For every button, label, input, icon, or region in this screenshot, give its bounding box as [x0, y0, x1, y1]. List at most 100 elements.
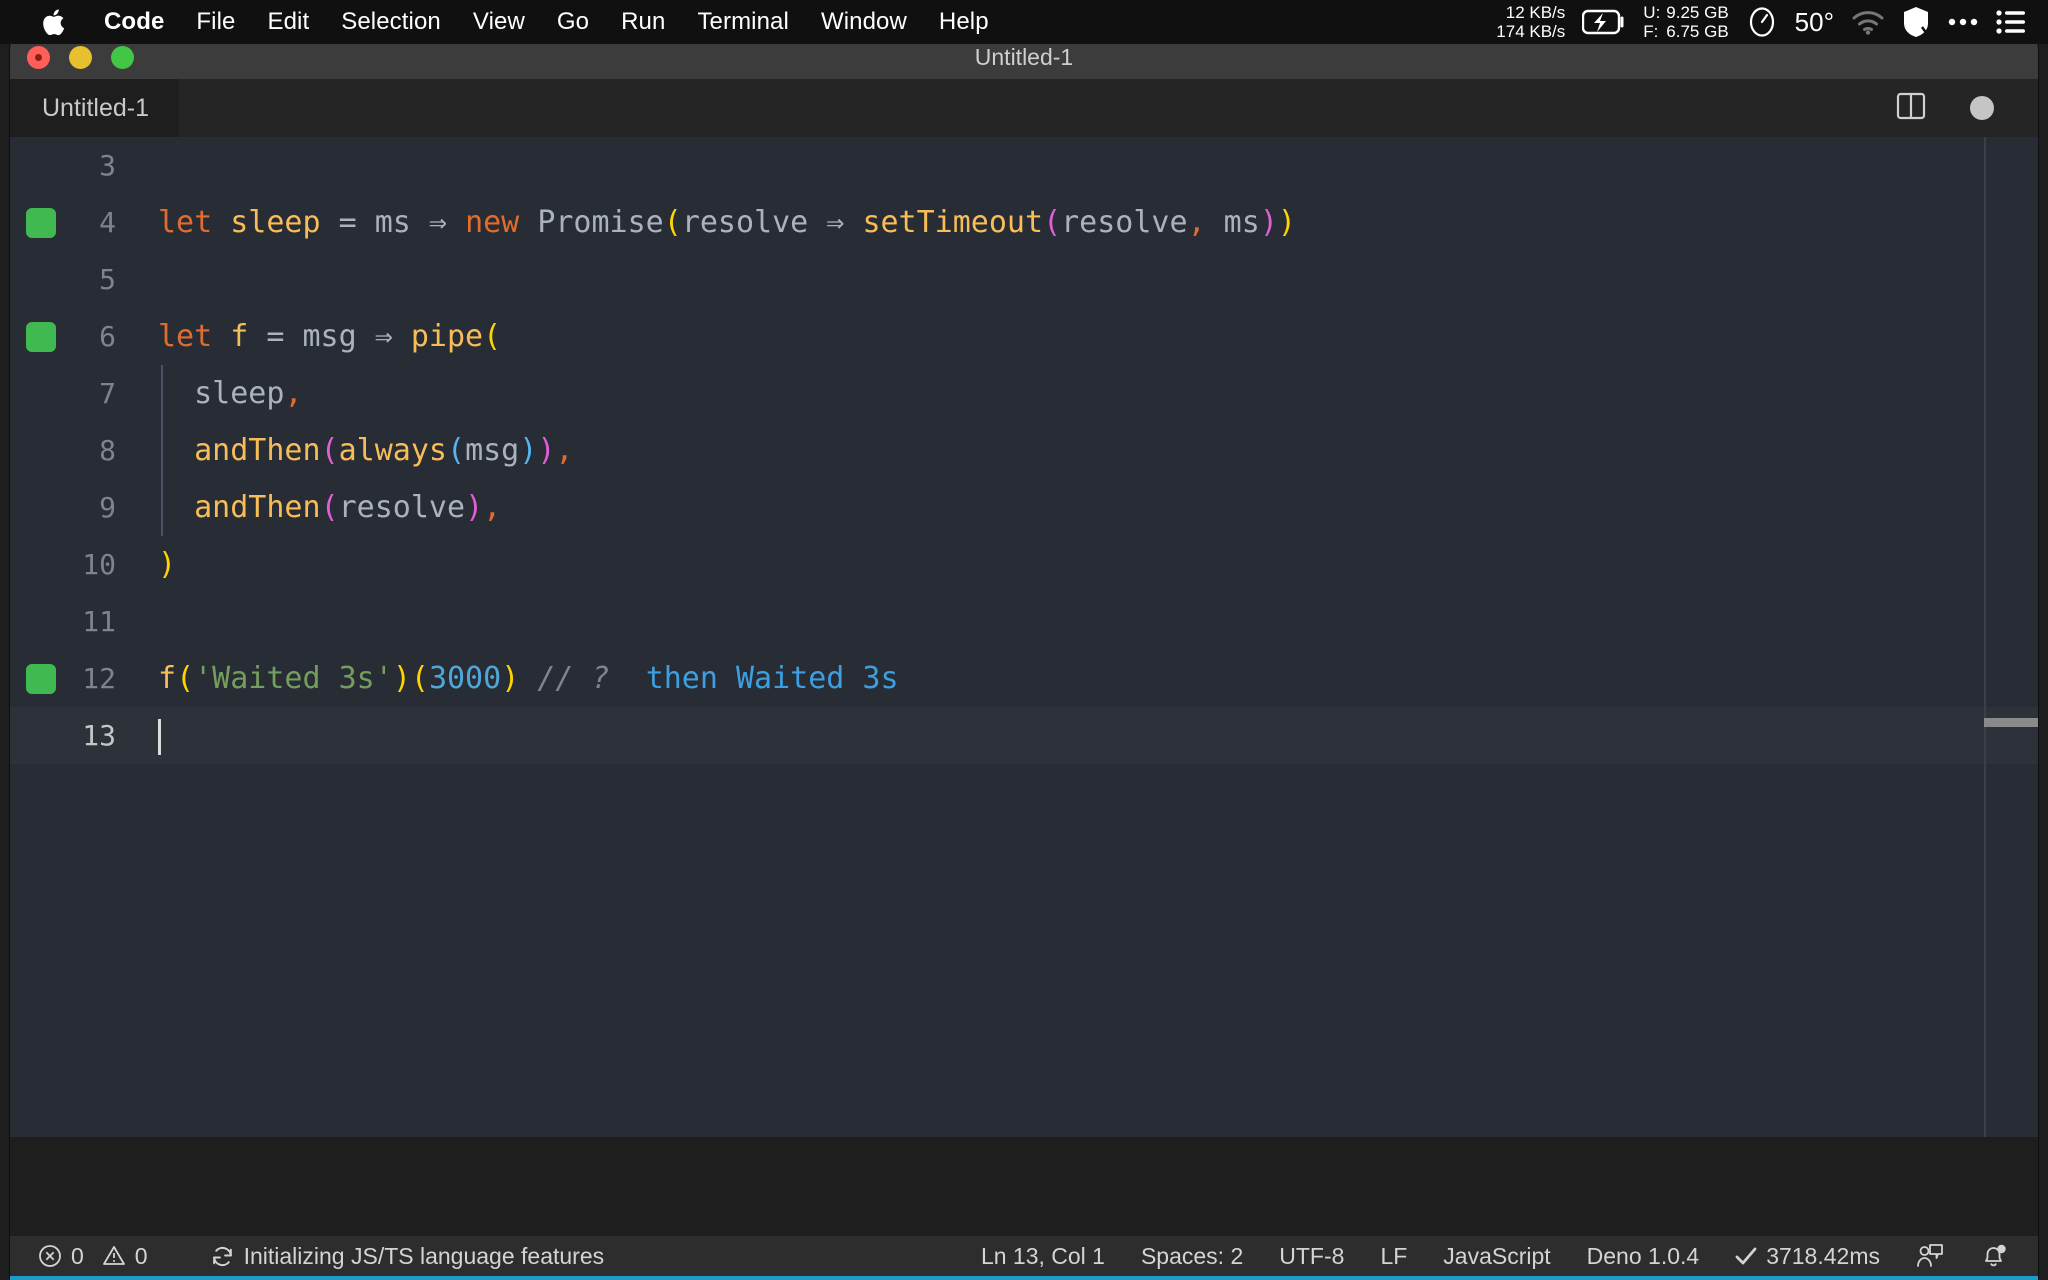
- code-token: 'Waited 3s': [194, 661, 393, 696]
- close-dot-icon: [35, 54, 42, 61]
- minimize-button[interactable]: [69, 46, 92, 69]
- code-line[interactable]: 4 let sleep = ms ⇒ new Promise(resolve ⇒ …: [10, 194, 2038, 251]
- code-token: // ?: [537, 661, 610, 696]
- editor-tab-bar: Untitled-1: [10, 79, 2038, 137]
- cursor-position-status-item[interactable]: Ln 13, Col 1: [963, 1234, 1123, 1278]
- text-cursor: [158, 719, 161, 755]
- split-editor-icon[interactable]: [1896, 91, 1926, 126]
- temperature-indicator[interactable]: 50°: [1795, 7, 1834, 38]
- code-token: ): [537, 433, 556, 468]
- code-token: (: [483, 319, 502, 354]
- code-line[interactable]: 6 let f = msg ⇒ pipe(: [10, 308, 2038, 365]
- network-speed-indicator[interactable]: 12 KB/s 174 KB/s: [1496, 3, 1565, 41]
- line-number: 5: [99, 263, 116, 296]
- code-line[interactable]: 8 andThen(always(msg)),: [10, 422, 2038, 479]
- apple-logo-icon[interactable]: [40, 7, 66, 37]
- dirty-dot-icon[interactable]: [1970, 96, 1994, 120]
- tab-label: Untitled-1: [42, 93, 149, 122]
- menu-item-window[interactable]: Window: [805, 0, 923, 44]
- code-token: ,: [284, 376, 303, 411]
- line-number: 12: [82, 662, 116, 695]
- code-token: ⇒: [808, 205, 863, 240]
- error-count: 0: [71, 1242, 84, 1269]
- menu-item-selection[interactable]: Selection: [325, 0, 457, 44]
- wifi-icon[interactable]: [1851, 9, 1885, 35]
- code-line[interactable]: 9 andThen(resolve),: [10, 479, 2038, 536]
- code-line[interactable]: 10): [10, 536, 2038, 593]
- menu-item-go[interactable]: Go: [541, 0, 605, 44]
- code-line[interactable]: 5: [10, 251, 2038, 308]
- code-line-text: let sleep = ms ⇒ new Promise(resolve ⇒ s…: [158, 194, 1296, 251]
- code-token: setTimeout: [862, 205, 1044, 240]
- menu-item-terminal[interactable]: Terminal: [681, 0, 805, 44]
- feedback-person-icon[interactable]: [1898, 1234, 1962, 1278]
- run-time-status-item[interactable]: 3718.42ms: [1717, 1234, 1898, 1278]
- code-line[interactable]: 3: [10, 137, 2038, 194]
- menu-item-file[interactable]: File: [180, 0, 251, 44]
- code-line-text: f('Waited 3s')(3000) // ? then Waited 3s: [158, 650, 899, 707]
- code-token: ,: [483, 490, 502, 525]
- code-token: let: [158, 319, 231, 354]
- clock-icon[interactable]: [1746, 6, 1778, 38]
- menu-item-view[interactable]: View: [457, 0, 541, 44]
- code-token: resolve: [338, 490, 466, 525]
- warning-triangle-icon: [102, 1244, 126, 1268]
- problems-status-item[interactable]: 0 0: [10, 1234, 166, 1278]
- zoom-button[interactable]: [111, 46, 134, 69]
- close-button[interactable]: [27, 46, 50, 69]
- error-circle-icon: [38, 1244, 62, 1268]
- code-token: msg: [302, 319, 357, 354]
- control-center-icon[interactable]: [1996, 9, 2026, 35]
- code-token: resolve: [681, 205, 809, 240]
- language-mode-status-item[interactable]: JavaScript: [1425, 1234, 1568, 1278]
- runtime-status-item[interactable]: Deno 1.0.4: [1569, 1234, 1718, 1278]
- code-line[interactable]: 12 f('Waited 3s')(3000) // ? then Waited …: [10, 650, 2038, 707]
- code-token: ): [392, 661, 411, 696]
- shield-icon[interactable]: [1902, 6, 1930, 38]
- menu-item-edit[interactable]: Edit: [251, 0, 325, 44]
- memory-indicator[interactable]: U: F: 9.25 GB 6.75 GB: [1643, 3, 1728, 41]
- battery-charging-icon[interactable]: [1582, 9, 1626, 35]
- code-token: ): [501, 661, 520, 696]
- line-number: 13: [82, 719, 116, 752]
- code-token: ): [1259, 205, 1278, 240]
- menu-bar-status-items: 12 KB/s 174 KB/s U: F: 9.25 GB 6.75 GB 5…: [1496, 0, 2048, 44]
- scrollbar-overview-mark[interactable]: [1984, 718, 2038, 727]
- line-number: 6: [99, 320, 116, 353]
- encoding-status-item[interactable]: UTF-8: [1261, 1234, 1362, 1278]
- menu-item-run[interactable]: Run: [605, 0, 681, 44]
- code-line[interactable]: 11: [10, 593, 2038, 650]
- code-line[interactable]: 13: [10, 707, 2038, 764]
- minimap-divider: [1984, 137, 1986, 1137]
- code-token: 3000: [428, 661, 502, 696]
- check-icon: [1735, 1246, 1757, 1266]
- ellipsis-icon[interactable]: [1947, 16, 1979, 28]
- tab-untitled-1[interactable]: Untitled-1: [10, 79, 179, 137]
- code-token: let: [158, 205, 231, 240]
- indentation-status-item[interactable]: Spaces: 2: [1123, 1234, 1261, 1278]
- code-line[interactable]: 7 sleep,: [10, 365, 2038, 422]
- code-line-text: andThen(resolve),: [158, 479, 501, 536]
- code-token: sleep: [158, 376, 285, 411]
- network-upload-speed: 12 KB/s: [1505, 3, 1566, 22]
- code-token: sleep: [230, 205, 321, 240]
- code-token: =: [266, 319, 285, 354]
- menu-item-help[interactable]: Help: [923, 0, 1005, 44]
- line-number: 8: [99, 434, 116, 467]
- code-editor[interactable]: 3 4 let sleep = ms ⇒ new Promise(resolve ⇒…: [10, 137, 2038, 1137]
- eol-status-item[interactable]: LF: [1362, 1234, 1425, 1278]
- bell-badge-icon[interactable]: [1962, 1234, 2038, 1278]
- code-token: andThen: [158, 433, 321, 468]
- background-task-status-item[interactable]: Initializing JS/TS language features: [192, 1234, 623, 1278]
- line-number: 11: [82, 605, 116, 638]
- code-token: pipe: [410, 319, 484, 354]
- code-token: =: [338, 205, 357, 240]
- vscode-window: Untitled-1 Untitled-1 3 4 let sleep = ms ⇒…: [10, 36, 2038, 1280]
- menu-item-code[interactable]: Code: [88, 0, 180, 44]
